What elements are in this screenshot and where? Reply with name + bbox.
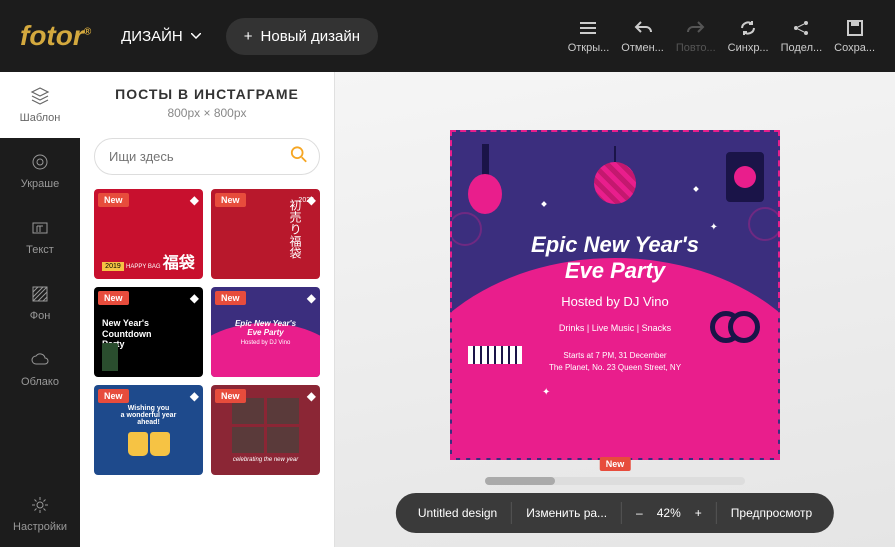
save-button[interactable]: Сохра... [834,18,875,54]
plus-icon: + [244,28,253,45]
resize-button[interactable]: Изменить ра... [512,493,621,533]
sidebar-template[interactable]: Шаблон [0,72,80,138]
search-button[interactable] [290,145,308,168]
new-badge-canvas: New [600,457,631,471]
artboard[interactable]: ✦ ✦ Epic New Year'sEve Party Hosted by D… [450,130,780,460]
search-input[interactable] [94,138,320,175]
diamond-icon: ◆ [190,291,199,305]
undo-button[interactable]: Отмен... [621,18,664,54]
template-item[interactable]: New ◆ celebrating the new year [211,385,320,475]
template-item[interactable]: New ◆ Epic New Year's Eve Party Hosted b… [211,287,320,377]
new-badge: New [215,291,246,305]
search-icon [290,145,308,163]
sidebar-text[interactable]: Текст [0,204,80,270]
save-icon [845,18,865,38]
redo-icon [686,18,706,38]
diamond-icon: ◆ [307,291,316,305]
bottom-toolbar: Untitled design Изменить ра... – 42% + П… [396,493,834,533]
template-item[interactable]: New ◆ Wishing you a wonderful year ahead… [94,385,203,475]
gear-icon [30,495,50,515]
layers-icon [30,86,50,106]
canvas-address[interactable]: The Planet, No. 23 Queen Street, NY [452,363,778,372]
open-button[interactable]: Откры... [568,18,610,54]
sidebar-cloud[interactable]: Облако [0,336,80,402]
canvas-host[interactable]: Hosted by DJ Vino [452,294,778,309]
zoom-level[interactable]: 42% [657,506,681,520]
canvas-title[interactable]: Epic New Year'sEve Party [452,232,778,285]
panel-dimensions: 800px × 800px [80,106,334,120]
zoom-out-button[interactable]: – [636,506,643,520]
template-item[interactable]: New ◆ 初売り福袋2020 [211,189,320,279]
new-badge: New [98,389,129,403]
horizontal-scrollbar[interactable] [485,477,745,485]
template-item[interactable]: New ◆ 2019 HAPPY BAG 福袋 [94,189,203,279]
undo-icon [633,18,653,38]
design-dropdown[interactable]: ДИЗАЙН [121,28,201,45]
cloud-icon [30,350,50,370]
target-icon [30,152,50,172]
share-icon [791,18,811,38]
new-badge: New [98,291,129,305]
new-badge: New [98,193,129,207]
text-icon [30,218,50,238]
new-badge: New [215,389,246,403]
diamond-icon: ◆ [190,193,199,207]
sync-button[interactable]: Синхр... [728,18,769,54]
new-design-button[interactable]: + Новый дизайн [226,18,378,55]
diamond-icon: ◆ [307,389,316,403]
canvas-area[interactable]: ✦ ✦ Epic New Year'sEve Party Hosted by D… [335,72,895,547]
canvas-start[interactable]: Starts at 7 PM, 31 December [452,351,778,360]
diamond-icon: ◆ [307,193,316,207]
zoom-in-button[interactable]: + [695,506,702,520]
chevron-down-icon [191,33,201,39]
redo-button[interactable]: Повто... [676,18,716,54]
logo[interactable]: fotor® [20,20,91,52]
filename-label[interactable]: Untitled design [404,493,511,533]
sidebar-decorate[interactable]: Украше [0,138,80,204]
template-item[interactable]: New ◆ New Year's Countdown Party [94,287,203,377]
diamond-icon: ◆ [190,389,199,403]
new-badge: New [215,193,246,207]
panel-title: ПОСТЫ В ИНСТАГРАМЕ [80,86,334,102]
pattern-icon [30,284,50,304]
hamburger-icon [578,18,598,38]
sidebar-settings[interactable]: Настройки [0,481,80,547]
sync-icon [738,18,758,38]
sidebar-background[interactable]: Фон [0,270,80,336]
share-button[interactable]: Подел... [781,18,823,54]
preview-button[interactable]: Предпросмотр [717,493,826,533]
canvas-info[interactable]: Drinks | Live Music | Snacks [452,323,778,333]
